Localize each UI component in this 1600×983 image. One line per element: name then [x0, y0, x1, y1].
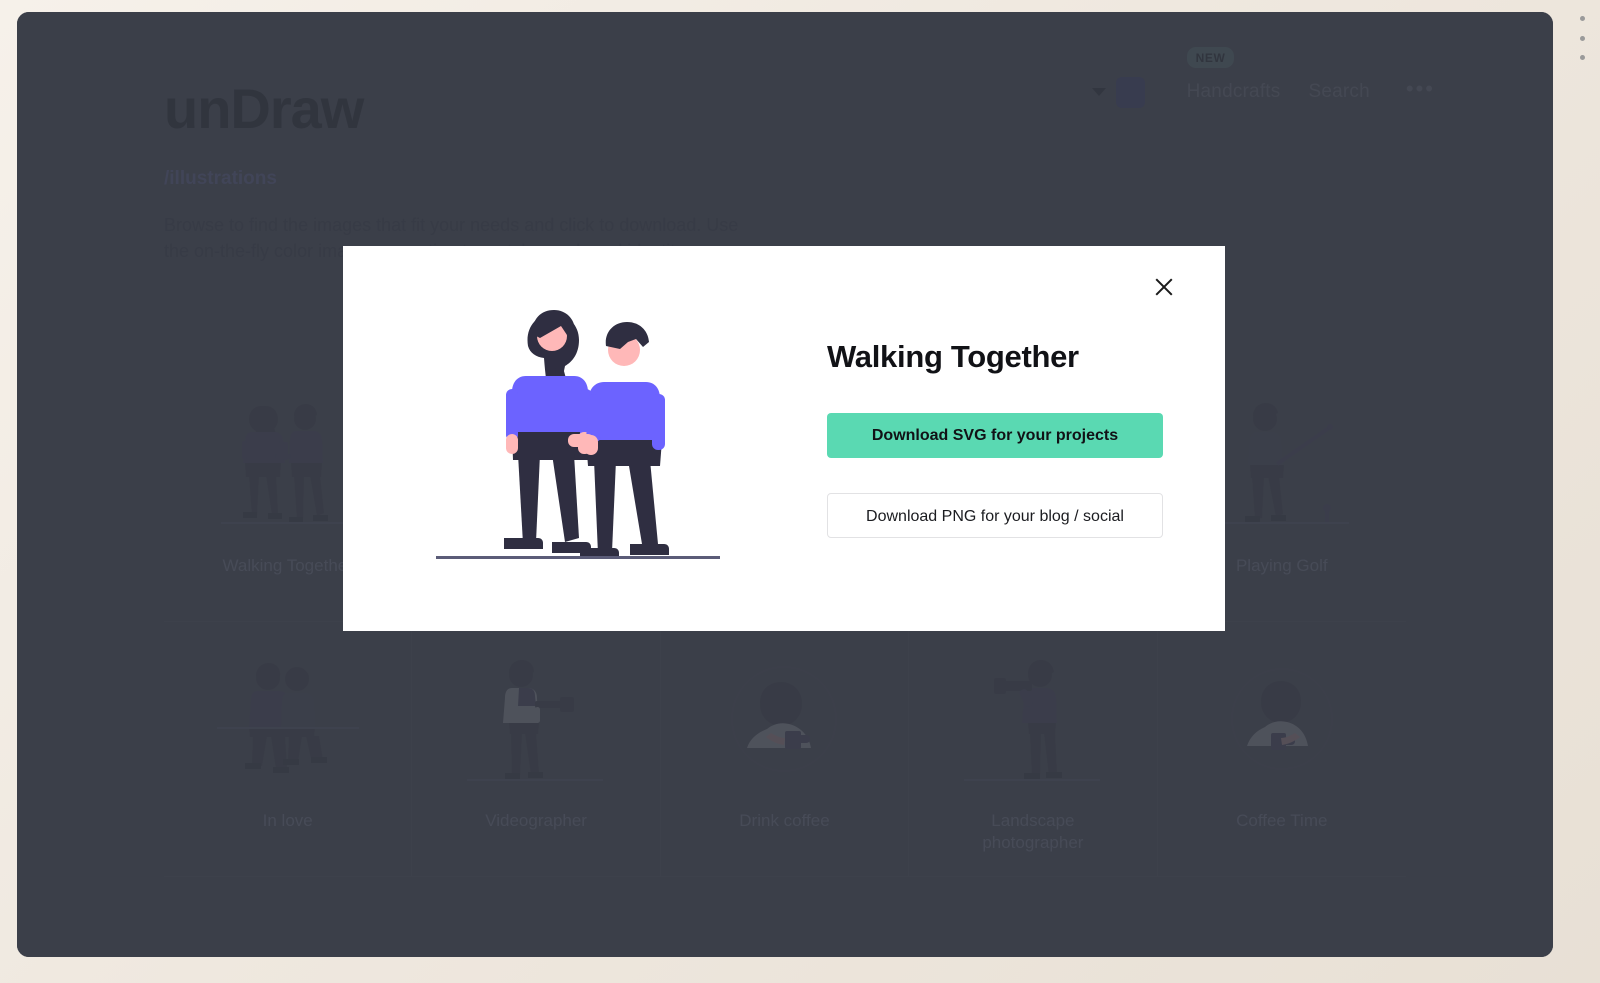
- modal-title: Walking Together: [827, 339, 1079, 374]
- browser-viewport: unDraw /illustrations Browse to find the…: [17, 12, 1553, 957]
- close-icon[interactable]: [1151, 274, 1177, 300]
- download-modal: Walking Together Download SVG for your p…: [343, 246, 1225, 631]
- vertical-dots-icon[interactable]: [1576, 16, 1588, 60]
- modal-content: Walking Together Download SVG for your p…: [813, 246, 1225, 631]
- undraw-page: unDraw /illustrations Browse to find the…: [17, 12, 1553, 957]
- download-svg-button[interactable]: Download SVG for your projects: [827, 413, 1163, 458]
- download-png-button[interactable]: Download PNG for your blog / social: [827, 493, 1163, 538]
- window-frame: unDraw /illustrations Browse to find the…: [0, 0, 1600, 983]
- walking-together-illustration: [343, 246, 813, 631]
